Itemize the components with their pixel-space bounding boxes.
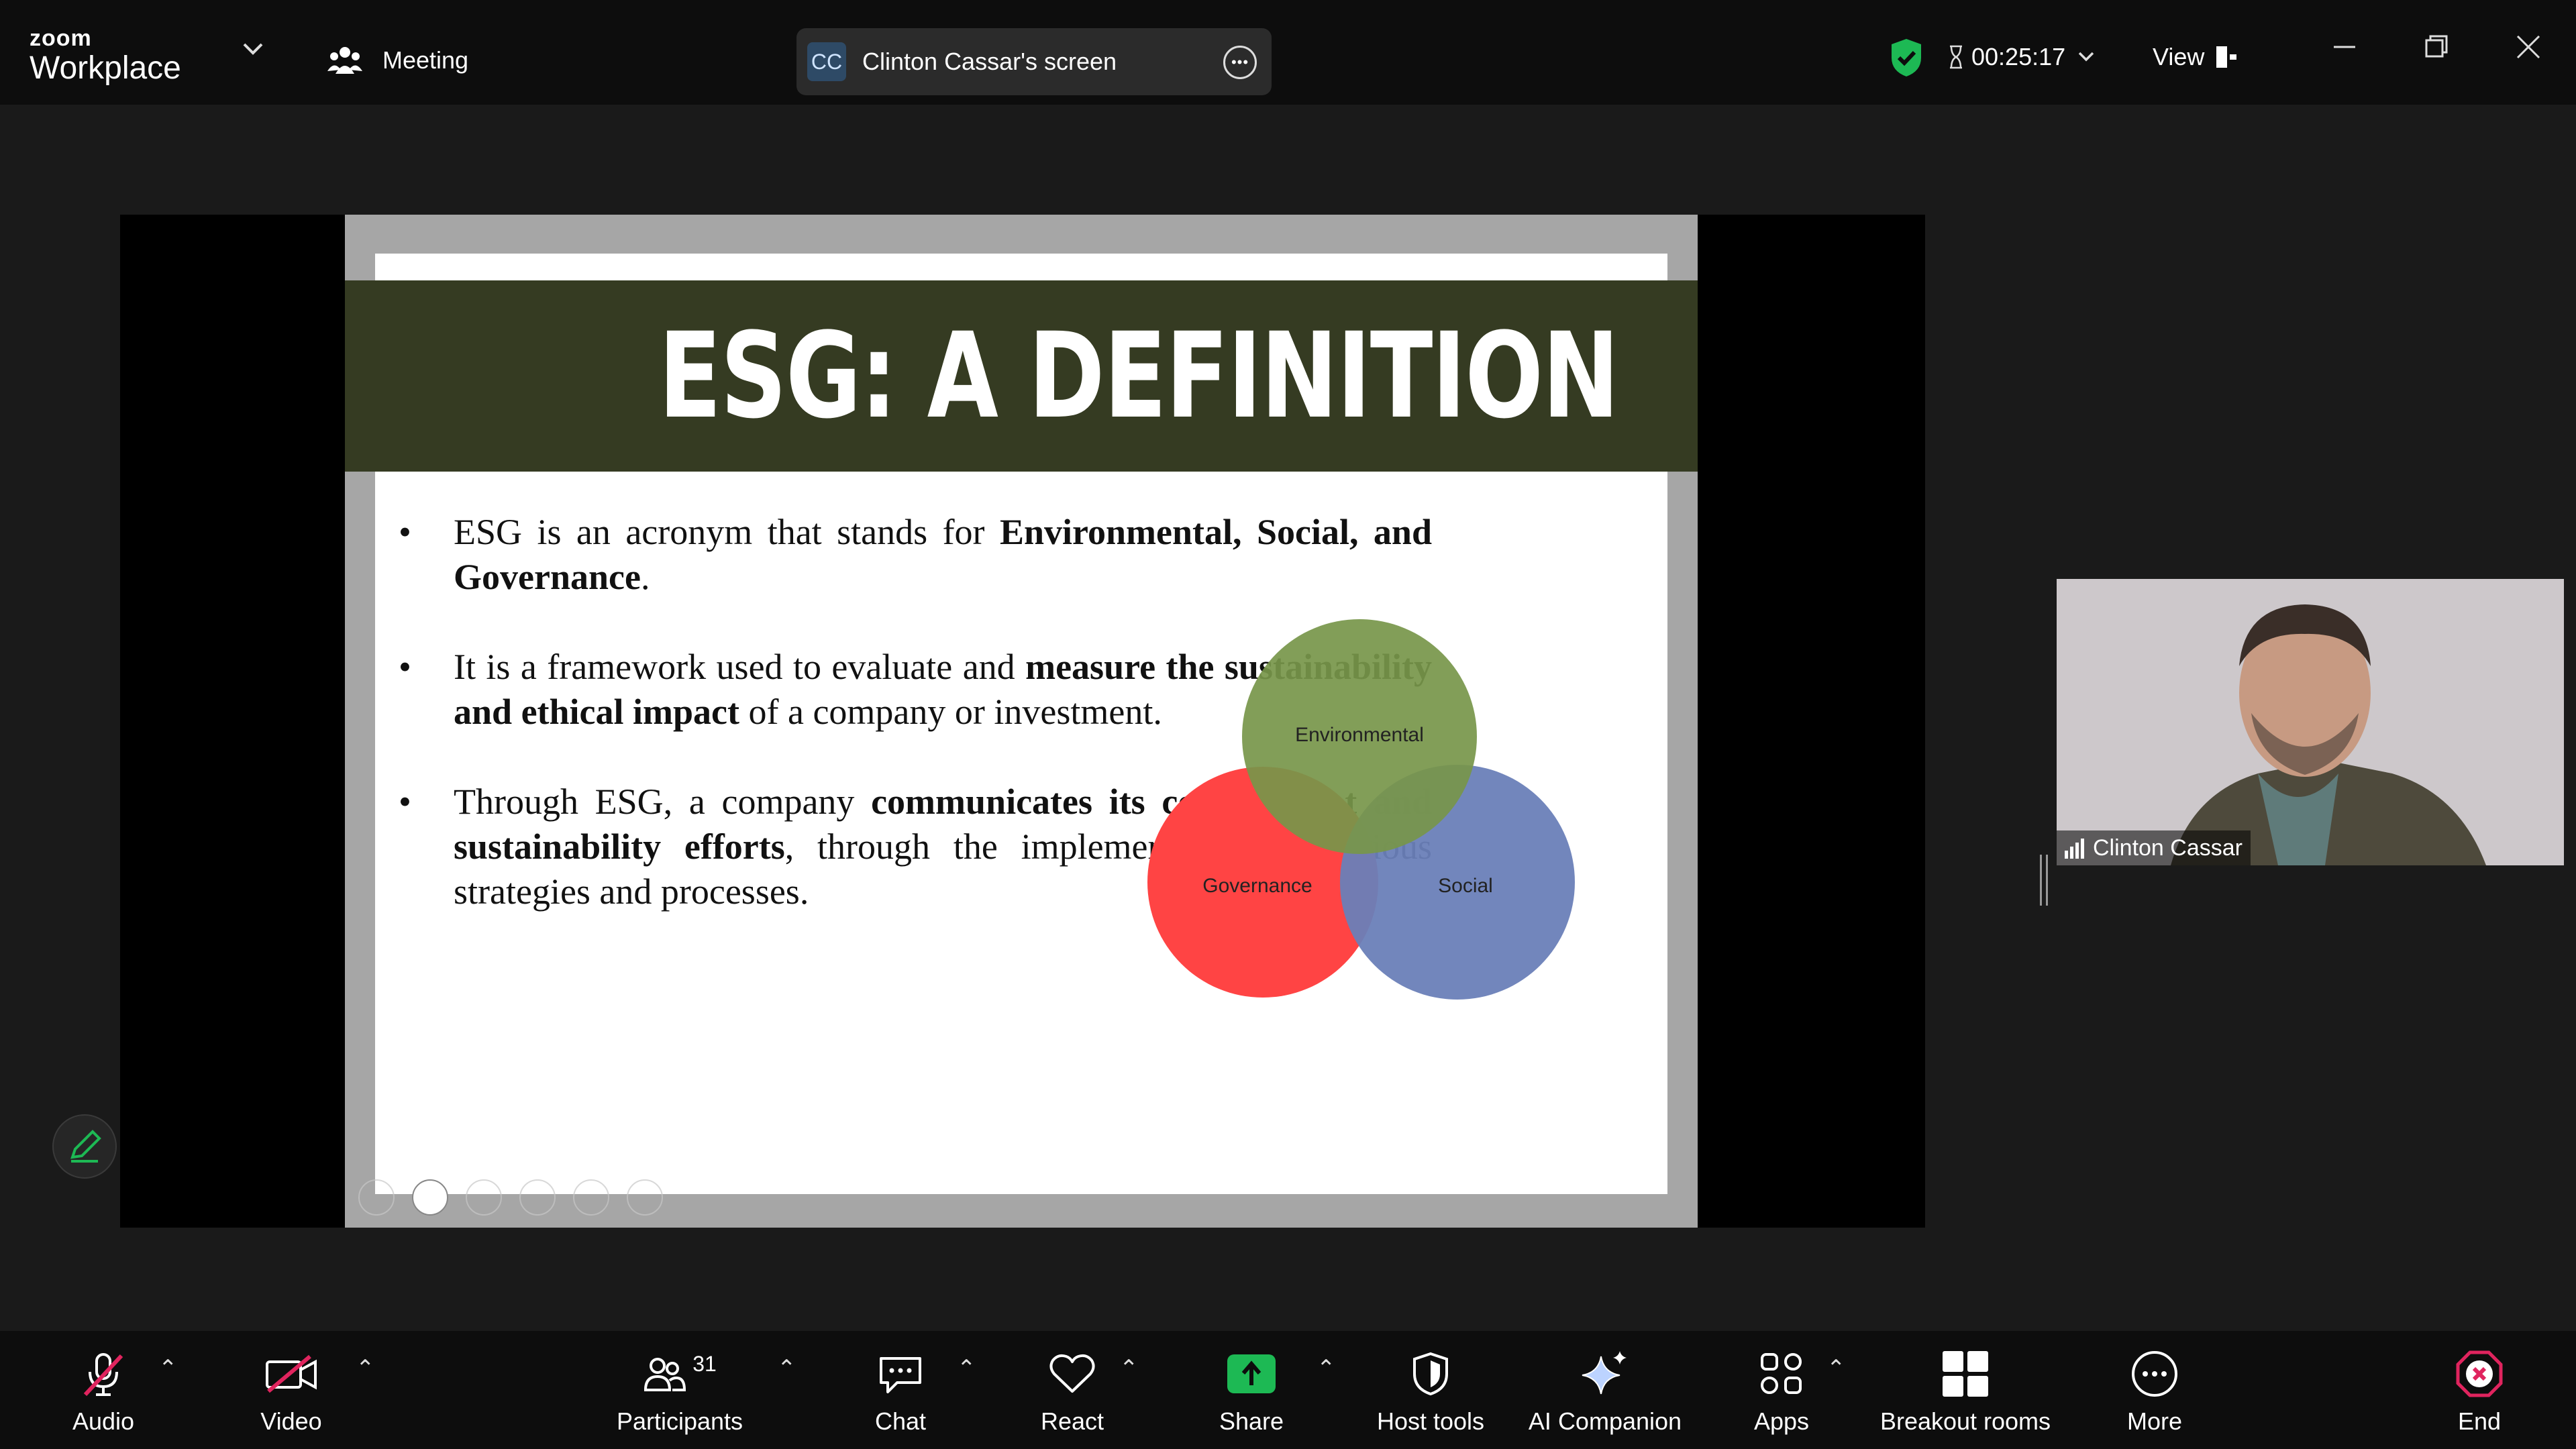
zoom-workplace-logo[interactable]: zoom Workplace <box>30 27 181 85</box>
react-options-caret-icon[interactable]: ⌃ <box>1119 1355 1139 1382</box>
host-tools-label: Host tools <box>1376 1407 1485 1435</box>
meeting-controls-toolbar: Audio ⌃ Video ⌃ 31 Participants ⌃ Chat ⌃… <box>0 1331 2576 1449</box>
react-button[interactable]: React <box>1037 1331 1107 1449</box>
share-screen-icon <box>1227 1354 1276 1393</box>
encryption-shield-icon[interactable] <box>1889 38 1924 78</box>
meeting-label: Meeting <box>382 46 469 74</box>
share-options-more-icon[interactable]: ••• <box>1223 46 1257 79</box>
participants-icon <box>644 1358 686 1391</box>
meeting-people-icon <box>327 47 362 74</box>
ai-companion-sparkle-icon <box>1582 1351 1627 1395</box>
meeting-stage: ESG: A DEFINITION ESG is an acronym that… <box>0 105 2576 1331</box>
video-options-caret-icon[interactable]: ⌃ <box>356 1355 375 1382</box>
screen-share-label: Clinton Cassar's screen <box>862 48 1117 75</box>
apps-label: Apps <box>1753 1407 1810 1435</box>
meeting-timer[interactable]: 00:25:17 <box>1949 43 2095 71</box>
end-meeting-button[interactable]: End <box>2442 1331 2516 1449</box>
pencil-icon <box>70 1130 101 1163</box>
breakout-rooms-grid-icon <box>1943 1351 1988 1397</box>
slideshow-next-icon[interactable] <box>412 1179 448 1216</box>
audio-label: Audio <box>72 1407 135 1435</box>
breakout-rooms-label: Breakout rooms <box>1879 1407 2051 1435</box>
apps-icon <box>1761 1353 1802 1394</box>
apps-button[interactable]: Apps <box>1745 1331 1818 1449</box>
chat-options-caret-icon[interactable]: ⌃ <box>957 1355 976 1382</box>
participant-name: Clinton Cassar <box>2093 835 2243 861</box>
view-label: View <box>2153 43 2205 70</box>
share-button[interactable]: Share <box>1215 1331 1288 1449</box>
logo-text-workplace: Workplace <box>30 50 181 86</box>
annotate-pencil-button[interactable] <box>52 1114 117 1179</box>
participants-count: 31 <box>692 1351 717 1376</box>
minimize-window-icon[interactable] <box>2331 34 2358 68</box>
microphone-muted-icon <box>83 1353 123 1397</box>
slideshow-slides-icon[interactable] <box>519 1179 556 1216</box>
slideshow-previous-icon[interactable] <box>358 1179 395 1216</box>
logo-text-zoom: zoom <box>30 25 92 51</box>
ai-companion-button[interactable]: AI Companion <box>1525 1331 1686 1449</box>
slideshow-zoom-icon[interactable] <box>573 1179 609 1216</box>
hourglass-icon <box>1950 45 1962 69</box>
slide-title: ESG: A DEFINITION <box>658 307 1620 445</box>
share-options-caret-icon[interactable]: ⌃ <box>1317 1355 1336 1382</box>
signal-strength-icon <box>2065 839 2084 859</box>
end-close-icon <box>2456 1350 2503 1397</box>
end-label: End <box>2457 1407 2502 1435</box>
share-label: Share <box>1219 1407 1284 1435</box>
bullet-item: ESG is an acronym that stands for Enviro… <box>399 510 1432 600</box>
timer-chevron-down-icon <box>2078 52 2094 62</box>
react-label: React <box>1040 1407 1104 1435</box>
video-camera-off-icon <box>266 1354 317 1393</box>
host-tools-button[interactable]: Host tools <box>1372 1331 1490 1449</box>
chat-bubble-icon <box>880 1357 921 1393</box>
view-button[interactable]: View <box>2153 43 2238 71</box>
esg-venn-diagram: Environmental Governance Social <box>1147 619 1575 1000</box>
chat-button[interactable]: Chat <box>866 1331 935 1449</box>
participant-video-image <box>2057 579 2564 865</box>
close-window-icon[interactable] <box>2515 34 2542 68</box>
presenter-avatar: CC <box>807 42 846 81</box>
more-label: More <box>2126 1407 2183 1435</box>
logo-dropdown-chevron-icon[interactable] <box>242 42 264 56</box>
venn-label-social: Social <box>1438 875 1493 897</box>
meeting-button[interactable]: Meeting <box>327 44 468 76</box>
venn-label-governance: Governance <box>1202 875 1312 897</box>
top-bar: zoom Workplace Meeting CC Clinton Cassar… <box>0 0 2576 105</box>
host-tools-shield-icon <box>1413 1352 1448 1396</box>
audio-options-caret-icon[interactable]: ⌃ <box>158 1355 178 1382</box>
venn-label-environmental: Environmental <box>1295 724 1424 746</box>
video-label: Video <box>260 1407 322 1435</box>
slide-title-banner: ESG: A DEFINITION <box>345 280 1698 472</box>
presentation-slide: ESG: A DEFINITION ESG is an acronym that… <box>345 215 1698 1228</box>
participants-label: Participants <box>616 1407 743 1435</box>
participants-button[interactable]: 31 Participants <box>608 1331 752 1449</box>
slideshow-more-icon[interactable] <box>627 1179 663 1216</box>
video-button[interactable]: Video <box>254 1331 329 1449</box>
participant-video-tile[interactable]: Clinton Cassar <box>2057 579 2564 865</box>
ai-companion-label: AI Companion <box>1528 1407 1682 1435</box>
more-button[interactable]: More <box>2116 1331 2193 1449</box>
audio-button[interactable]: Audio <box>66 1331 141 1449</box>
breakout-rooms-button[interactable]: Breakout rooms <box>1876 1331 2055 1449</box>
participants-options-caret-icon[interactable]: ⌃ <box>777 1355 796 1382</box>
shared-screen-view[interactable]: ESG: A DEFINITION ESG is an acronym that… <box>120 215 1925 1228</box>
more-ellipsis-icon <box>2132 1351 2177 1397</box>
participant-name-tag: Clinton Cassar <box>2057 830 2251 865</box>
screen-share-indicator[interactable]: CC Clinton Cassar's screen ••• <box>796 28 1272 95</box>
heart-icon <box>1049 1354 1095 1393</box>
slideshow-pen-icon[interactable] <box>466 1179 502 1216</box>
panel-resize-handle[interactable] <box>2040 855 2048 906</box>
timer-value: 00:25:17 <box>1971 43 2066 70</box>
apps-options-caret-icon[interactable]: ⌃ <box>1826 1355 1846 1382</box>
chat-label: Chat <box>874 1407 927 1435</box>
restore-window-icon[interactable] <box>2424 34 2451 68</box>
view-layout-icon <box>2216 46 2237 68</box>
